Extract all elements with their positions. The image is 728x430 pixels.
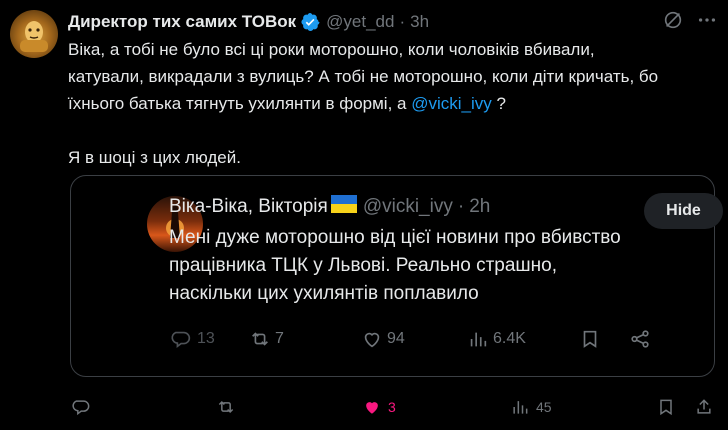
reply-icon	[171, 331, 191, 348]
heart-icon	[364, 332, 380, 348]
author-name[interactable]: Директор тих самих ТОВок	[68, 12, 296, 32]
repost-icon	[218, 400, 234, 414]
share-button[interactable]	[694, 393, 720, 421]
avatar-image	[20, 21, 48, 52]
quote-header: Віка-Віка, Вікторія @vicki_ivy · 2h	[169, 194, 490, 220]
quote-author-name[interactable]: Віка-Віка, Вікторія	[169, 196, 328, 218]
grok-icon[interactable]	[662, 9, 684, 31]
share-icon	[697, 399, 711, 414]
tweet-text: Віка, а тобі не було всі ці роки моторош…	[68, 36, 708, 171]
bookmark-icon	[660, 399, 672, 416]
quote-repost-count: 7	[275, 330, 284, 347]
quote-views-button[interactable]: 6.4K	[467, 324, 526, 354]
views-icon	[470, 332, 487, 347]
quoted-tweet[interactable]: Віка-Віка, Вікторія @vicki_ivy · 2h Hide…	[70, 175, 723, 377]
quote-share-button[interactable]	[629, 324, 655, 354]
tweet-text-line: катували, викрадали з вулиць? А тобі не …	[68, 67, 659, 86]
tweet-action-bar: 3 45	[70, 393, 711, 421]
reply-button[interactable]	[72, 393, 98, 421]
quote-handle[interactable]: @vicki_ivy	[363, 196, 453, 218]
more-icon[interactable]	[696, 9, 718, 31]
quote-like-count: 94	[387, 330, 405, 347]
quote-action-bar: 13 7 94 6.4K	[171, 324, 701, 354]
verified-badge-icon	[300, 12, 320, 32]
quote-reply-button[interactable]: 13	[171, 324, 215, 354]
bookmark-icon	[583, 330, 597, 348]
quote-time[interactable]: 2h	[469, 196, 490, 218]
quote-text-line: Мені дуже моторошно від цієї новини про …	[169, 227, 621, 248]
repost-icon	[252, 332, 268, 346]
view-count: 45	[536, 399, 552, 415]
quote-reply-count: 13	[197, 330, 215, 347]
quote-text-line: наскільки цих ухилянтів поплавило	[169, 283, 479, 304]
tweet-text-segment: їхнього батька тягнуть ухилянти в формі,…	[68, 94, 412, 113]
author-avatar[interactable]	[10, 10, 58, 58]
quote-repost-button[interactable]: 7	[249, 324, 284, 354]
heart-filled-icon	[366, 402, 378, 414]
repost-button[interactable]	[216, 393, 242, 421]
tweet-header: Директор тих самих ТОВок @yet_dd · 3h	[68, 10, 672, 34]
tweet-text-line: Я в шоці з цих людей.	[68, 148, 241, 167]
separator-dot: ·	[457, 196, 465, 217]
quote-view-count: 6.4K	[493, 330, 526, 347]
share-icon	[631, 330, 649, 348]
ukraine-flag-icon	[330, 195, 357, 213]
views-icon	[513, 401, 528, 414]
like-count: 3	[388, 399, 396, 415]
separator-dot: ·	[399, 12, 406, 31]
quote-like-button[interactable]: 94	[361, 324, 405, 354]
quote-bookmark-button[interactable]	[579, 324, 605, 354]
mention-link[interactable]: @vicki_ivy	[411, 94, 492, 113]
quote-text: Мені дуже моторошно від цієї новини про …	[169, 224, 709, 308]
like-button[interactable]: 3	[362, 393, 396, 421]
tweet-text-line: Віка, а тобі не було всі ці роки моторош…	[68, 40, 595, 59]
bookmark-button[interactable]	[656, 393, 682, 421]
quote-text-line: працівника ТЦК у Львові. Реально страшно…	[169, 255, 557, 276]
reply-icon	[72, 400, 90, 416]
tweet-text-line: їхнього батька тягнуть ухилянти в формі,…	[68, 90, 708, 117]
tweet-text-segment: ?	[491, 94, 506, 113]
tweet-time[interactable]: 3h	[410, 12, 429, 32]
author-handle[interactable]: @yet_dd	[326, 12, 394, 32]
views-button[interactable]: 45	[510, 393, 552, 421]
